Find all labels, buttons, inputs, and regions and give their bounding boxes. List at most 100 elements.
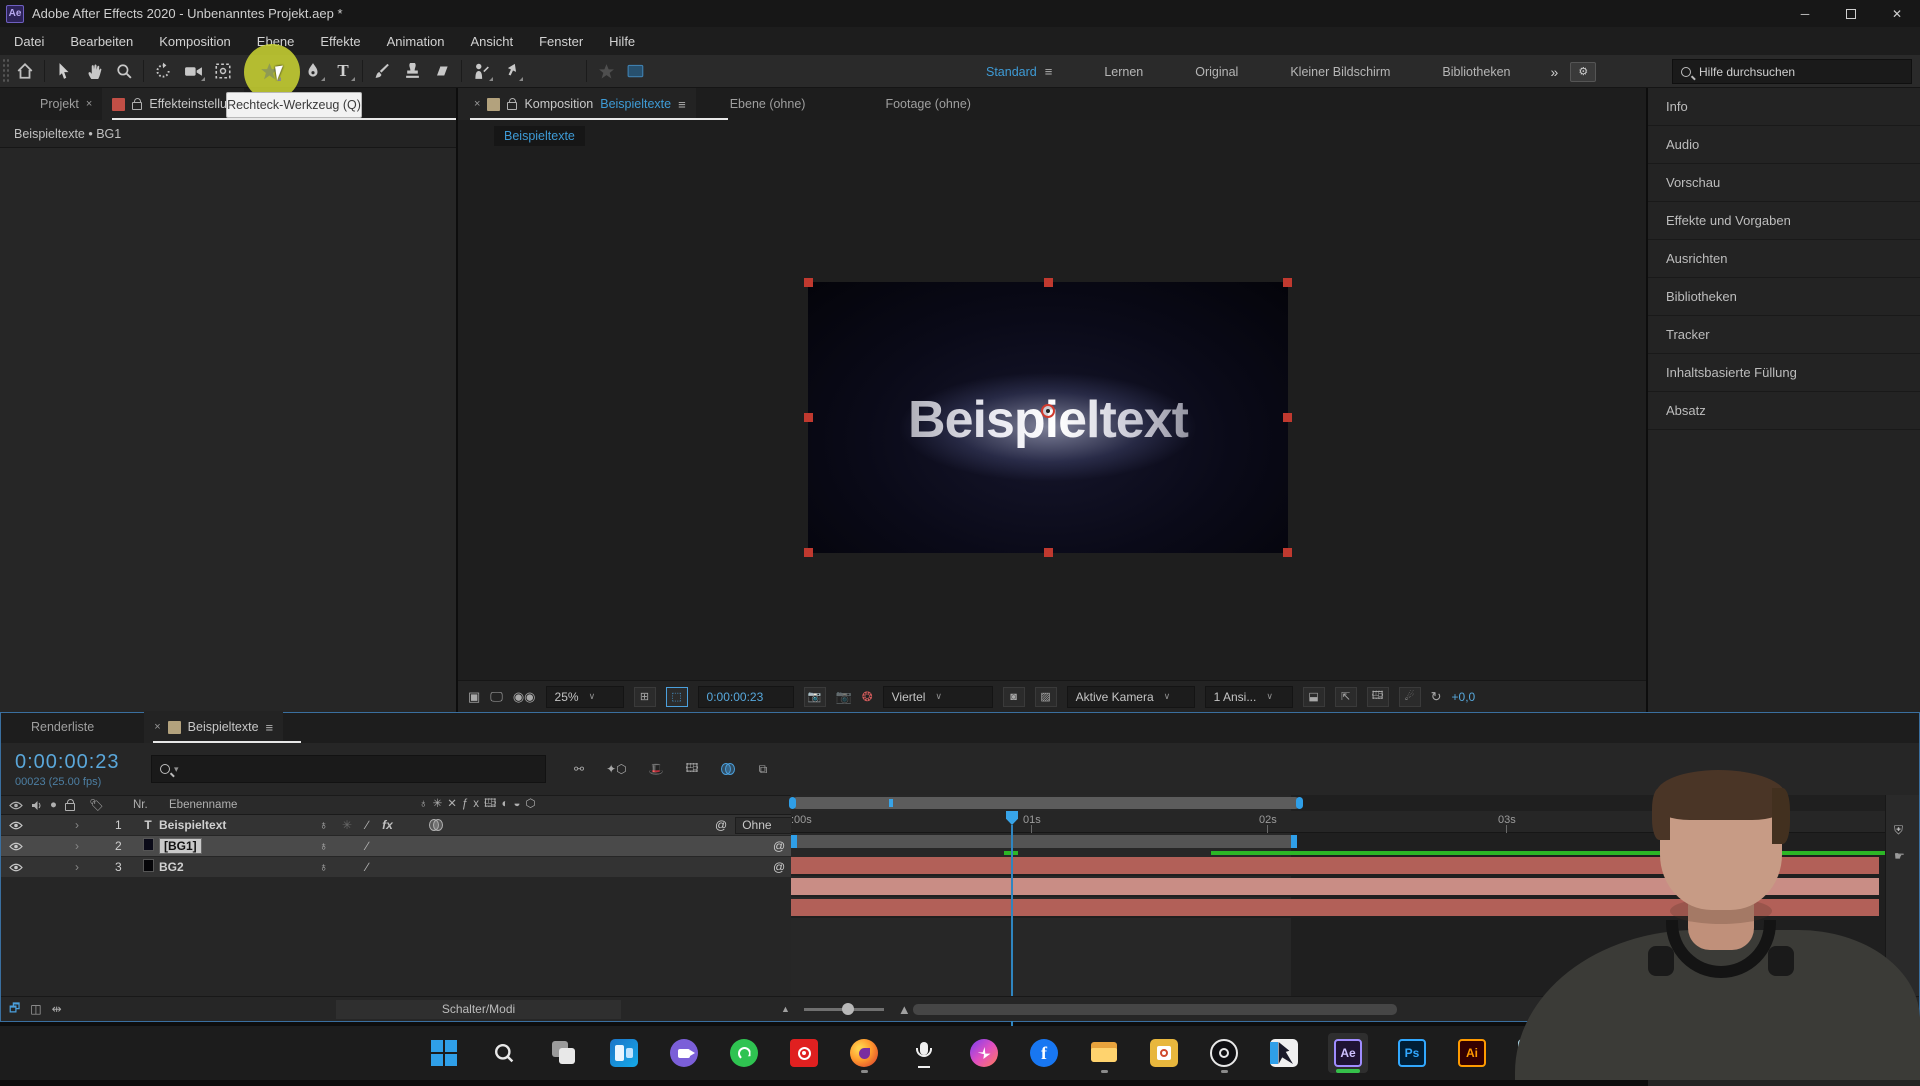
region-of-interest-icon[interactable]: ⬚ xyxy=(665,686,688,707)
zoom-slider-knob[interactable] xyxy=(841,1002,854,1015)
panel-menu-icon[interactable]: ≡ xyxy=(678,97,686,112)
frame-blend-switch-icon[interactable]: ∕ xyxy=(366,818,368,832)
layer-visibility-icon[interactable] xyxy=(9,863,23,872)
selection-handle[interactable] xyxy=(1044,278,1053,287)
frame-blend-icon[interactable]: 🖽 xyxy=(686,759,699,780)
layer-name[interactable]: Beispieltext xyxy=(159,818,319,832)
selection-handle[interactable] xyxy=(804,548,813,557)
rotate-tool-button[interactable] xyxy=(148,58,178,84)
work-area-start-handle[interactable] xyxy=(791,835,797,848)
taskbar-obs-icon[interactable] xyxy=(1208,1033,1240,1073)
selection-tool-button[interactable] xyxy=(49,58,79,84)
fast-previews-icon[interactable]: ◙ xyxy=(1002,686,1025,707)
transparency-grid-icon[interactable]: ▨ xyxy=(1034,686,1057,707)
pixel-aspect-icon[interactable]: ⬓ xyxy=(1302,686,1325,707)
menu-ansicht[interactable]: Ansicht xyxy=(470,34,513,49)
show-snapshot-icon[interactable]: 📷 xyxy=(836,689,852,705)
timeline-right-scrollbar[interactable]: ⛨ ☛ xyxy=(1885,795,1919,996)
effects-switch-icon[interactable]: ✳ xyxy=(342,818,352,832)
workspace-settings-icon[interactable]: ⚙ xyxy=(1570,61,1597,82)
selection-handle[interactable] xyxy=(804,278,813,287)
taskbar-start-button[interactable] xyxy=(428,1033,460,1073)
pen-tool-button[interactable] xyxy=(298,58,328,84)
selection-handle[interactable] xyxy=(804,413,813,422)
snapshot-icon[interactable]: 📷 xyxy=(803,686,826,707)
taskbar-video-chat-icon[interactable] xyxy=(668,1033,700,1073)
close-icon[interactable]: × xyxy=(474,98,480,110)
tab-timeline-beispieltexte[interactable]: × Beispieltexte ≡ xyxy=(144,711,284,743)
tab-projekt[interactable]: Projekt × xyxy=(0,88,102,120)
timeline-track-area[interactable]: :00s 01s 02s 03s ⛨ ☛ xyxy=(789,795,1919,1077)
motion-blur-switch-icon[interactable] xyxy=(428,819,445,831)
menu-bearbeiten[interactable]: Bearbeiten xyxy=(70,34,133,49)
view-layout-dropdown[interactable]: 1 Ansi... ∨ xyxy=(1204,685,1293,708)
hand-tool-button[interactable] xyxy=(79,58,109,84)
always-preview-icon[interactable]: ▣ xyxy=(468,689,480,705)
taskbar-audio-tool-icon[interactable] xyxy=(908,1033,940,1073)
workspace-tab-lernen[interactable]: Lernen xyxy=(1078,65,1169,79)
layer-bar-2[interactable] xyxy=(791,878,1879,897)
expand-inout-icon[interactable]: ⇹ xyxy=(52,1002,62,1016)
taskbar-task-view-icon[interactable] xyxy=(548,1033,580,1073)
tab-footage[interactable]: Footage (ohne) xyxy=(875,88,980,120)
expand-chevron-icon[interactable]: › xyxy=(75,839,79,853)
close-button[interactable]: ✕ xyxy=(1874,0,1920,27)
menu-fenster[interactable]: Fenster xyxy=(539,34,583,49)
exposure-offset[interactable]: +0,0 xyxy=(1452,690,1476,704)
tab-effekteinstellungen[interactable]: Effekteinstellun xyxy=(102,88,244,120)
fx-switch-icon[interactable]: fx xyxy=(382,818,393,832)
camera-tool-button[interactable] xyxy=(178,58,208,84)
taskbar-facebook-icon[interactable]: f xyxy=(1028,1033,1060,1073)
roto-brush-tool-button[interactable] xyxy=(466,58,496,84)
sidebar-item-tracker[interactable]: Tracker xyxy=(1648,316,1920,354)
frame-blend-switch-icon[interactable]: ∕ xyxy=(366,860,368,874)
mask-visibility-icon[interactable]: ◉◉ xyxy=(513,689,536,705)
work-area-end-handle[interactable] xyxy=(1291,835,1297,848)
eraser-tool-button[interactable] xyxy=(427,58,457,84)
workspace-tab-bibliotheken[interactable]: Bibliotheken xyxy=(1416,65,1536,79)
taskbar-after-effects-icon[interactable]: Ae xyxy=(1328,1033,1368,1073)
switches-modes-button[interactable]: Schalter/Modi xyxy=(336,999,621,1019)
sidebar-item-info[interactable]: Info xyxy=(1648,88,1920,126)
layer-name[interactable]: BG2 xyxy=(159,860,319,874)
expand-chevron-icon[interactable]: › xyxy=(75,860,79,874)
tab-ebene[interactable]: Ebene (ohne) xyxy=(720,88,816,120)
time-ruler[interactable]: :00s 01s 02s 03s xyxy=(791,811,1919,833)
taskbar-paw-app-icon[interactable] xyxy=(1576,1033,1608,1073)
anchor-point-icon[interactable] xyxy=(1041,404,1055,418)
menu-effekte[interactable]: Effekte xyxy=(320,34,360,49)
timeline-search-input[interactable]: ▾ xyxy=(151,755,546,783)
brush-tool-button[interactable] xyxy=(367,58,397,84)
grid-guides-icon[interactable]: ⊞ xyxy=(633,686,656,707)
stamp-tool-button[interactable] xyxy=(397,58,427,84)
close-icon[interactable]: × xyxy=(86,98,92,110)
taskbar-photoshop-icon[interactable]: Ps xyxy=(1396,1033,1428,1073)
tab-komposition[interactable]: × Komposition Beispieltexte ≡ xyxy=(458,88,696,120)
taskbar-video-editor-icon[interactable] xyxy=(1268,1033,1300,1073)
taskbar-firefox-icon[interactable] xyxy=(848,1033,880,1073)
help-search-input[interactable]: Hilfe durchsuchen xyxy=(1672,59,1912,84)
parent-pickwhip-icon[interactable]: @ xyxy=(773,839,785,853)
minimize-button[interactable]: ─ xyxy=(1782,0,1828,27)
layer-visibility-icon[interactable] xyxy=(9,842,23,851)
menu-hilfe[interactable]: Hilfe xyxy=(609,34,635,49)
timeline-navigator[interactable] xyxy=(789,797,1303,809)
shy-layers-icon[interactable]: 🎩 xyxy=(649,762,664,776)
taskbar-whatsapp-icon[interactable] xyxy=(728,1033,760,1073)
monitor-icon[interactable]: 🖵 xyxy=(490,689,503,705)
workspace-tab-original[interactable]: Original xyxy=(1169,65,1264,79)
taskbar-target-app-icon[interactable] xyxy=(788,1033,820,1073)
draft-3d-icon[interactable]: ✦⬡ xyxy=(606,762,627,776)
sidebar-item-inhaltsbasierte-fuellung[interactable]: Inhaltsbasierte Füllung xyxy=(1648,354,1920,392)
taskbar-messenger-icon[interactable] xyxy=(968,1033,1000,1073)
workspace-menu-icon[interactable]: ≡ xyxy=(1045,64,1053,79)
comp-mini-flowchart-icon[interactable]: ⚯ xyxy=(574,762,584,776)
exposure-refresh-icon[interactable]: ↻ xyxy=(1431,689,1442,705)
navigator-start-handle[interactable] xyxy=(789,797,796,809)
puppet-pin-tool-button[interactable] xyxy=(496,58,526,84)
close-icon[interactable]: × xyxy=(154,721,160,733)
pan-behind-tool-button[interactable] xyxy=(208,58,238,84)
search-options-icon[interactable]: ▾ xyxy=(174,764,179,775)
navigator-end-handle[interactable] xyxy=(1296,797,1303,809)
zoom-in-mountain-icon[interactable]: ▲ xyxy=(898,1002,911,1017)
